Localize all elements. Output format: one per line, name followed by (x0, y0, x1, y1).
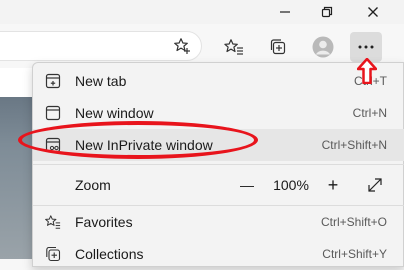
profile-avatar-icon (312, 36, 334, 58)
menu-item-label: Favorites (75, 214, 133, 230)
profile-button[interactable] (310, 34, 336, 60)
favorites-icon (224, 39, 243, 55)
favorites-icon (45, 214, 61, 230)
minimize-button[interactable] (262, 0, 308, 24)
new-window-icon (45, 105, 61, 121)
restore-button[interactable] (304, 0, 350, 24)
add-favorite-button[interactable] (169, 33, 195, 59)
menu-item-shortcut: Ctrl+Shift+N (321, 138, 387, 152)
fullscreen-button[interactable] (361, 171, 389, 199)
menu-item-label: Zoom (75, 177, 111, 193)
close-icon (368, 7, 378, 17)
page-content (0, 68, 34, 259)
collections-button[interactable] (265, 34, 291, 60)
menu-item-new-tab[interactable]: New tab Ctrl+T (33, 65, 404, 97)
new-tab-icon (45, 73, 61, 89)
highlight-oval (18, 121, 258, 159)
menu-item-label: New window (75, 105, 154, 121)
zoom-in-button[interactable]: + (319, 171, 347, 199)
zoom-level: 100% (273, 177, 309, 193)
fullscreen-icon (368, 178, 382, 192)
minimize-icon (280, 11, 290, 13)
collections-icon (45, 246, 61, 262)
page-header-strip (0, 68, 34, 97)
menu-item-shortcut: Ctrl+N (352, 106, 387, 120)
title-bar (0, 0, 404, 24)
menu-item-label: Collections (75, 246, 144, 262)
star-plus-icon (174, 38, 190, 54)
close-window-button[interactable] (350, 0, 396, 24)
address-bar[interactable] (0, 31, 202, 61)
favorites-button[interactable] (221, 34, 247, 60)
menu-item-favorites[interactable]: Favorites Ctrl+Shift+O (33, 206, 404, 238)
menu-item-label: New tab (75, 73, 127, 89)
restore-icon (321, 6, 333, 18)
menu-item-zoom: Zoom — 100% + (33, 167, 404, 203)
ellipsis-icon (358, 45, 374, 49)
collections-icon (270, 39, 286, 55)
menu-divider (33, 164, 404, 165)
zoom-out-button[interactable]: — (233, 171, 261, 199)
menu-item-collections[interactable]: Collections Ctrl+Shift+Y (33, 238, 404, 270)
red-arrow-icon (357, 58, 377, 84)
settings-menu: New tab Ctrl+T New window Ctrl+N New InP… (32, 62, 404, 267)
menu-item-shortcut: Ctrl+Shift+O (320, 215, 387, 229)
